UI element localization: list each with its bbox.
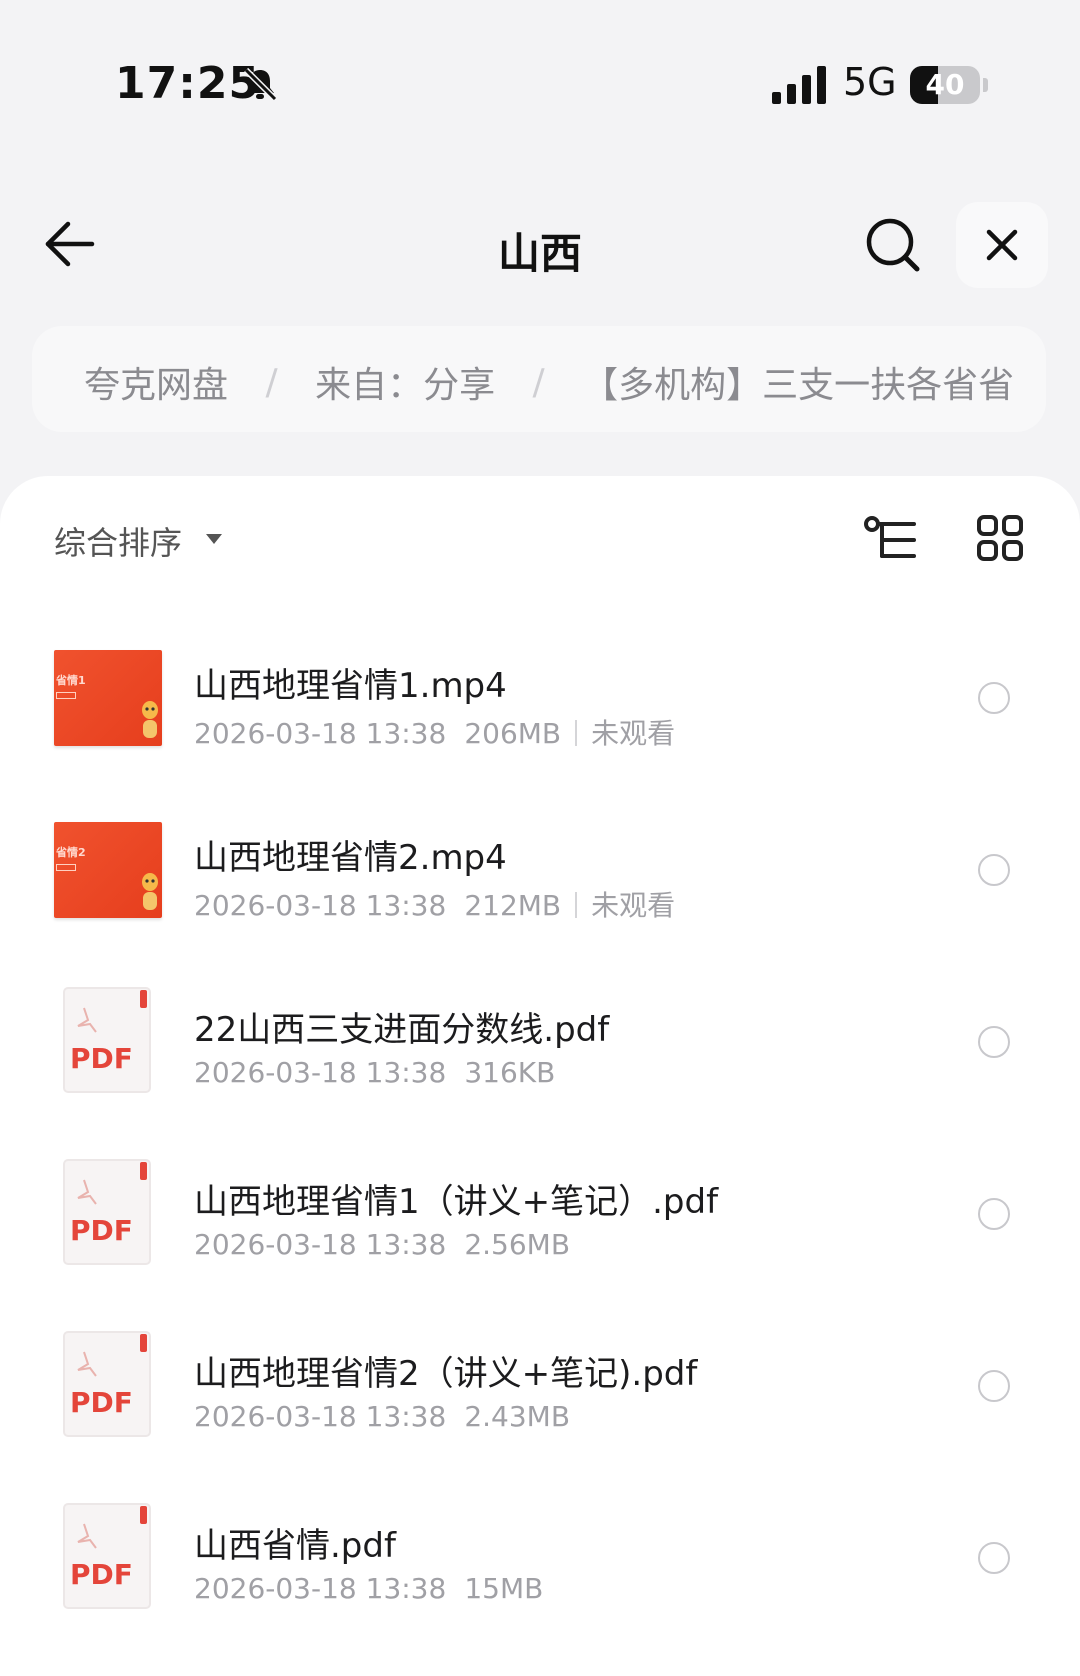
file-name: 山西地理省情1.mp4 (194, 666, 507, 706)
select-radio[interactable] (978, 1542, 1010, 1574)
mascot-icon (142, 701, 158, 738)
network-type: 5G (843, 60, 897, 104)
battery-level: 40 (925, 68, 965, 101)
file-row[interactable]: PDF 山西省情.pdf 2026-03-18 13:38 15MB (0, 1500, 1080, 1650)
search-icon[interactable] (864, 216, 922, 274)
video-thumbnail: 省情2 (54, 822, 162, 918)
file-row[interactable]: PDF 山西地理省情1（讲义+笔记）.pdf 2026-03-18 13:38 2… (0, 1156, 1080, 1306)
file-meta: 2026-03-18 13:38 212MB 未观看 (194, 884, 675, 924)
grid-view-icon[interactable] (976, 514, 1024, 562)
status-time: 17:25 (115, 58, 261, 109)
file-size: 2.43MB (464, 1400, 571, 1433)
pdf-file-icon: PDF (63, 1503, 151, 1609)
breadcrumb-item-root[interactable]: 夸克网盘 (84, 356, 228, 408)
file-meta: 2026-03-18 13:38 206MB 未观看 (194, 712, 675, 752)
file-date: 2026-03-18 13:38 (194, 889, 447, 922)
file-name: 山西地理省情1（讲义+笔记）.pdf (194, 1182, 719, 1222)
nav-header: 山西 (0, 190, 1080, 300)
caret-down-icon[interactable] (204, 532, 224, 546)
file-size: 15MB (464, 1572, 544, 1605)
sort-dropdown[interactable]: 综合排序 (54, 518, 182, 564)
file-name: 山西地理省情2（讲义+笔记).pdf (194, 1354, 698, 1394)
file-date: 2026-03-18 13:38 (194, 1400, 447, 1433)
file-date: 2026-03-18 13:38 (194, 717, 447, 750)
pdf-label: PDF (70, 1558, 133, 1591)
pdf-file-icon: PDF (63, 1331, 151, 1437)
file-row[interactable]: PDF 22山西三支进面分数线.pdf 2026-03-18 13:38 316K… (0, 984, 1080, 1134)
breadcrumb-item-share[interactable]: 来自：分享 (315, 356, 495, 408)
file-size: 212MB (464, 889, 562, 922)
file-size: 206MB (464, 717, 562, 750)
file-meta: 2026-03-18 13:38 2.43MB (194, 1400, 570, 1433)
select-radio[interactable] (978, 1370, 1010, 1402)
file-row[interactable]: 省情1 山西地理省情1.mp4 2026-03-18 13:38 206MB 未观看 (0, 640, 1080, 790)
pdf-label: PDF (70, 1386, 133, 1419)
file-date: 2026-03-18 13:38 (194, 1572, 447, 1605)
file-name: 山西地理省情2.mp4 (194, 838, 507, 878)
file-meta: 2026-03-18 13:38 15MB (194, 1572, 543, 1605)
pdf-file-icon: PDF (63, 987, 151, 1093)
file-meta: 2026-03-18 13:38 2.56MB (194, 1228, 570, 1261)
file-name: 山西省情.pdf (194, 1526, 396, 1566)
pdf-label: PDF (70, 1214, 133, 1247)
select-radio[interactable] (978, 854, 1010, 886)
breadcrumb-item-folder[interactable]: 【多机构】三支一扶各省省 (582, 356, 1014, 408)
pdf-label: PDF (70, 1042, 133, 1075)
file-size: 316KB (464, 1056, 556, 1089)
tree-view-icon[interactable] (862, 514, 920, 564)
close-button[interactable] (956, 202, 1048, 288)
thumbnail-caption: 省情2 (56, 846, 86, 859)
file-list-panel: 综合排序 省情1 山西地理省情1.mp4 2026-03-18 13:38 20… (0, 476, 1080, 1676)
select-radio[interactable] (978, 1198, 1010, 1230)
bell-muted-icon (243, 67, 278, 102)
file-date: 2026-03-18 13:38 (194, 1056, 447, 1089)
signal-icon (772, 66, 826, 104)
close-icon (986, 229, 1018, 261)
file-name: 22山西三支进面分数线.pdf (194, 1010, 610, 1050)
file-row[interactable]: 省情2 山西地理省情2.mp4 2026-03-18 13:38 212MB 未观看 (0, 812, 1080, 962)
pdf-file-icon: PDF (63, 1159, 151, 1265)
select-radio[interactable] (978, 1026, 1010, 1058)
breadcrumb-separator: / (265, 361, 278, 403)
file-meta: 2026-03-18 13:38 316KB (194, 1056, 555, 1089)
battery-icon: 40 (910, 66, 988, 104)
video-thumbnail: 省情1 (54, 650, 162, 746)
mascot-icon (142, 873, 158, 910)
watch-status: 未观看 (591, 717, 676, 750)
watch-status: 未观看 (591, 889, 676, 922)
thumbnail-caption: 省情1 (56, 674, 86, 687)
file-row[interactable]: PDF 山西地理省情2（讲义+笔记).pdf 2026-03-18 13:38 2… (0, 1328, 1080, 1478)
file-date: 2026-03-18 13:38 (194, 1228, 447, 1261)
status-bar: 17:25 5G 40 (0, 0, 1080, 150)
breadcrumb-separator: / (532, 361, 545, 403)
select-radio[interactable] (978, 682, 1010, 714)
breadcrumb: 夸克网盘 / 来自：分享 / 【多机构】三支一扶各省省 (32, 326, 1046, 432)
file-size: 2.56MB (464, 1228, 571, 1261)
